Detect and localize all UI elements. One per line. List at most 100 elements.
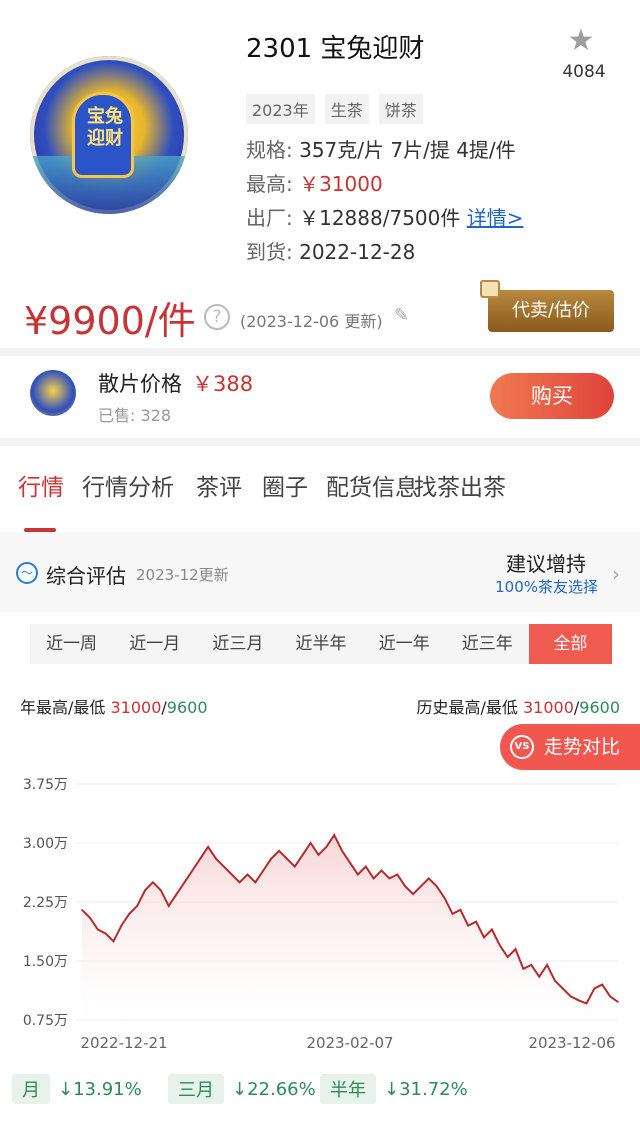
year-low: 9600 xyxy=(166,698,208,717)
price-point xyxy=(364,865,367,868)
price-point xyxy=(301,854,304,856)
price-point xyxy=(183,881,186,884)
price-point xyxy=(538,975,540,978)
price-point xyxy=(160,889,162,891)
star-icon[interactable]: ★ xyxy=(566,26,596,56)
change-half-year-label: 半年 xyxy=(320,1074,376,1104)
price-point xyxy=(388,877,391,880)
change-month-value: ↓13.91% xyxy=(58,1078,142,1100)
change-month-label: 月 xyxy=(12,1074,50,1104)
arrival-row: 到货: 2022-12-28 xyxy=(246,236,415,265)
y-tick-label: 2.25万 xyxy=(23,895,68,911)
factory-row: 出厂: ￥12888/7500件 详情> xyxy=(246,202,524,231)
high-row: 最高: ￥31000 xyxy=(246,168,383,197)
period-week[interactable]: 近一周 xyxy=(30,624,113,664)
divider xyxy=(0,438,640,446)
edit-icon[interactable]: ✎ xyxy=(394,306,414,326)
price-point xyxy=(270,857,272,860)
current-price: ¥9900/件 xyxy=(24,299,196,343)
high-value: ￥31000 xyxy=(299,172,383,196)
tab-circle[interactable]: 圈子 xyxy=(262,468,308,502)
price-point xyxy=(483,936,485,939)
arrival-label: 到货: xyxy=(246,240,293,264)
product-tags: 2023年 生茶 饼茶 xyxy=(246,94,423,124)
price-point xyxy=(372,877,375,880)
y-tick-label: 3.75万 xyxy=(23,777,68,793)
period-year[interactable]: 近一年 xyxy=(363,624,446,664)
year-high-low-label: 年最高/最低 xyxy=(20,698,106,717)
history-high-low-label: 历史最高/最低 xyxy=(416,698,518,717)
tab-market[interactable]: 行情 xyxy=(18,468,64,502)
buy-button[interactable]: 购买 xyxy=(490,373,614,419)
period-month[interactable]: 近一月 xyxy=(113,624,196,664)
period-half-year[interactable]: 近半年 xyxy=(279,624,362,664)
year-high: 31000 xyxy=(110,698,162,717)
price-point xyxy=(144,889,146,891)
price-point xyxy=(554,979,556,982)
price-point xyxy=(294,865,296,868)
period-three-months[interactable]: 近三月 xyxy=(196,624,279,664)
assessment-recommendation: 建议增持 xyxy=(506,552,586,576)
price-point xyxy=(609,995,611,998)
price-point xyxy=(96,928,99,931)
factory-details-link[interactable]: 详情> xyxy=(467,206,524,230)
price-point xyxy=(128,913,131,915)
spec-row: 规格: 357克/片 7片/提 4提/件 xyxy=(246,134,516,163)
favorite-count: 4084 xyxy=(562,62,606,82)
price-point xyxy=(514,948,517,950)
price-point xyxy=(262,869,265,872)
tab-market-analysis[interactable]: 行情分析 xyxy=(82,468,174,502)
price-point xyxy=(152,881,154,884)
period-all[interactable]: 全部 xyxy=(528,624,612,664)
change-half-year-value: ↓31.72% xyxy=(384,1078,468,1100)
period-three-years[interactable]: 近三年 xyxy=(446,624,529,664)
price-point xyxy=(167,905,170,907)
price-point xyxy=(81,909,83,911)
price-point xyxy=(341,850,343,852)
product-title: 2301 宝兔迎财 xyxy=(246,34,425,64)
price-point xyxy=(522,968,525,970)
x-tick-label: 2022-12-21 xyxy=(80,1034,167,1052)
price-point xyxy=(593,987,596,990)
product-image[interactable]: 宝兔迎财 xyxy=(30,56,188,214)
price-point xyxy=(349,861,351,864)
price-point xyxy=(333,834,336,836)
price-point xyxy=(215,857,217,860)
assessment-panel[interactable]: 〜 综合评估 2023-12更新 建议增持 100%茶友选择 › xyxy=(0,532,640,612)
x-tick-label: 2023-12-06 xyxy=(528,1034,615,1052)
price-point xyxy=(238,881,241,884)
change-three-months: 三月 ↓22.66% xyxy=(168,1074,316,1104)
product-image-text: 宝兔迎财 xyxy=(87,106,123,149)
price-point xyxy=(475,920,477,923)
loose-price-value: ￥388 xyxy=(192,372,254,396)
price-point xyxy=(89,916,91,919)
price-point xyxy=(246,873,249,876)
y-tick-label: 1.50万 xyxy=(23,954,68,970)
factory-label: 出厂: xyxy=(246,206,293,230)
price-point xyxy=(562,987,564,990)
tab-tea-review[interactable]: 茶评 xyxy=(196,468,242,502)
trend-icon: 〜 xyxy=(16,562,38,584)
price-point xyxy=(412,893,414,895)
loose-cake-image[interactable] xyxy=(30,370,76,416)
price-point xyxy=(601,983,604,986)
price-point xyxy=(120,924,123,927)
arrival-value: 2022-12-28 xyxy=(299,240,416,264)
tab-allocation-info[interactable]: 配货信息 xyxy=(326,468,418,502)
price-point xyxy=(459,909,462,911)
price-point xyxy=(112,940,115,943)
factory-value: ￥12888/7500件 xyxy=(299,206,461,230)
price-point xyxy=(467,924,470,927)
box-icon xyxy=(480,280,500,298)
price-point xyxy=(546,964,548,966)
price-point xyxy=(230,873,233,876)
help-icon[interactable]: ? xyxy=(204,304,230,330)
consign-estimate-button[interactable]: 代卖/估价 xyxy=(488,290,614,332)
price-point xyxy=(435,885,438,888)
tab-find-tea[interactable]: 找茶出茶 xyxy=(414,468,506,502)
price-point xyxy=(443,897,446,899)
change-month: 月 ↓13.91% xyxy=(12,1074,142,1104)
price-point xyxy=(317,854,320,856)
price-point xyxy=(199,857,202,860)
spec-label: 规格: xyxy=(246,138,293,162)
